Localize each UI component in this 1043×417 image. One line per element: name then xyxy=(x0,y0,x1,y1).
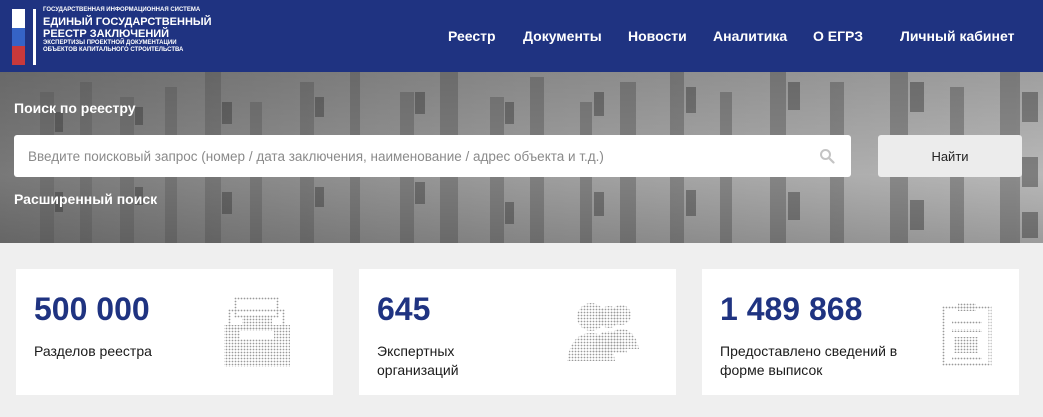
search-icon[interactable] xyxy=(819,148,835,164)
archive-box-icon xyxy=(222,297,292,374)
stat-label-line: Предоставлено сведений в xyxy=(720,343,898,359)
nav-item-analytics[interactable]: Аналитика xyxy=(713,0,787,72)
stat-value: 500 000 xyxy=(34,291,150,327)
nav-link-documents[interactable]: Документы xyxy=(523,28,602,44)
find-button[interactable]: Найти xyxy=(878,135,1022,177)
nav-link-analytics[interactable]: Аналитика xyxy=(713,28,787,44)
stat-label: Экспертных организаций xyxy=(377,342,459,380)
nav-item-about[interactable]: О ЕГРЗ xyxy=(813,0,863,72)
nav-item-news[interactable]: Новости xyxy=(628,0,687,72)
logo-line-small-3: ОБЪЕКТОВ КАПИТАЛЬНОГО СТРОИТЕЛЬСТВА xyxy=(43,47,184,53)
site-logo[interactable]: ГОСУДАРСТВЕННАЯ ИНФОРМАЦИОННАЯ СИСТЕМА Е… xyxy=(12,7,232,67)
logo-line-big-2: РЕЕСТР ЗАКЛЮЧЕНИЙ xyxy=(43,28,170,40)
logo-separator xyxy=(33,9,36,65)
stat-card-registry-sections: 500 000 Разделов реестра xyxy=(16,269,333,395)
stat-label-line: форме выписок xyxy=(720,362,823,378)
stat-card-extracts-provided: 1 489 868 Предоставлено сведений в форме… xyxy=(702,269,1019,395)
search-input[interactable] xyxy=(14,136,794,176)
search-hero: Поиск по реестру Найти Расширенный поиск xyxy=(0,72,1043,243)
search-box[interactable] xyxy=(14,135,851,177)
logo-line-small-2: ЭКСПЕРТИЗЫ ПРОЕКТНОЙ ДОКУМЕНТАЦИИ xyxy=(43,40,177,46)
nav-link-personal-account[interactable]: Личный кабинет xyxy=(900,28,1014,44)
russian-flag-icon xyxy=(12,9,25,66)
stat-card-expert-organizations: 645 Экспертных организаций xyxy=(359,269,676,395)
nav-item-documents[interactable]: Документы xyxy=(523,0,602,72)
nav-link-registry[interactable]: Реестр xyxy=(448,28,496,44)
stat-label-line: организаций xyxy=(377,362,459,378)
stat-value: 645 xyxy=(377,291,431,327)
nav-link-about[interactable]: О ЕГРЗ xyxy=(813,28,863,44)
nav-link-news[interactable]: Новости xyxy=(628,28,687,44)
advanced-search-link[interactable]: Расширенный поиск xyxy=(14,191,157,207)
logo-line-small-1: ГОСУДАРСТВЕННАЯ ИНФОРМАЦИОННАЯ СИСТЕМА xyxy=(43,7,201,13)
stat-value: 1 489 868 xyxy=(720,291,863,327)
nav-item-personal-account[interactable]: Личный кабинет xyxy=(900,0,1014,72)
logo-line-big-1: ЕДИНЫЙ ГОСУДАРСТВЕННЫЙ xyxy=(43,16,212,28)
clipboard-document-icon xyxy=(942,303,992,372)
search-section-title: Поиск по реестру xyxy=(14,100,136,116)
stat-label-line: Экспертных xyxy=(377,343,455,359)
nav-item-registry[interactable]: Реестр xyxy=(448,0,496,72)
stat-label: Предоставлено сведений в форме выписок xyxy=(720,342,897,380)
top-navigation-bar: ГОСУДАРСТВЕННАЯ ИНФОРМАЦИОННАЯ СИСТЕМА Е… xyxy=(0,0,1043,72)
stat-label: Разделов реестра xyxy=(34,342,152,361)
logo-text: ГОСУДАРСТВЕННАЯ ИНФОРМАЦИОННАЯ СИСТЕМА Е… xyxy=(43,7,212,67)
people-group-icon xyxy=(565,299,645,366)
stat-label-line: Разделов реестра xyxy=(34,343,152,359)
